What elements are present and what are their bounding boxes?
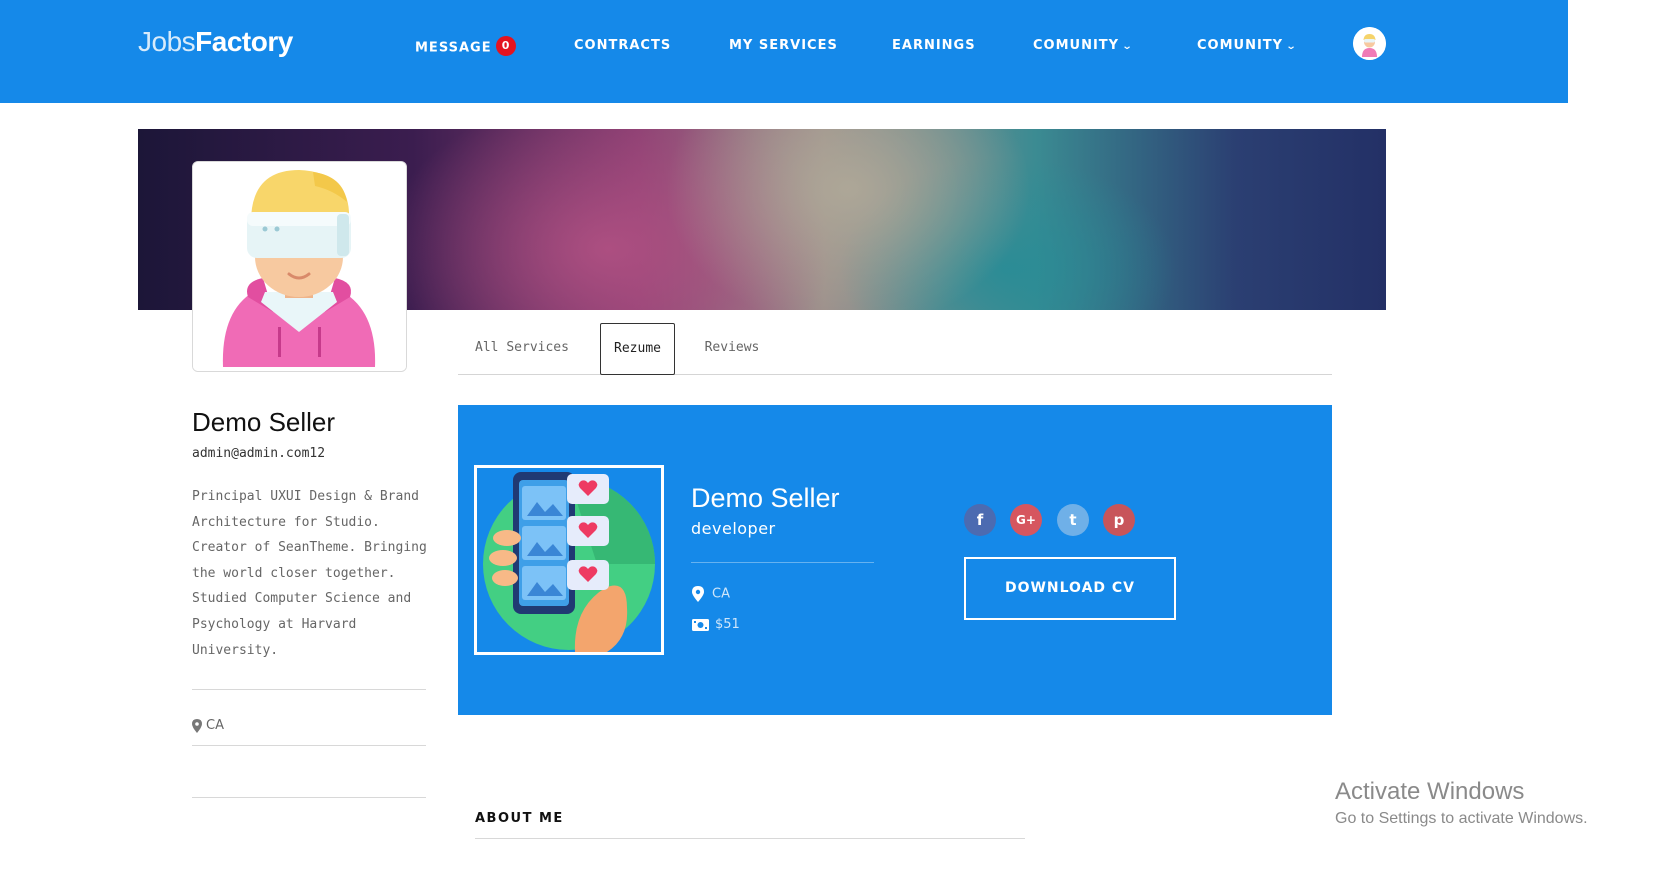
profile-tabs: All Services Rezume Reviews <box>458 322 1332 375</box>
nav-contracts[interactable]: CONTRACTS <box>574 38 671 53</box>
brand-logo-part1: Jobs <box>138 26 196 57</box>
profile-email: admin@admin.com12 <box>192 446 326 461</box>
divider <box>192 797 426 798</box>
chevron-down-icon: ⌄ <box>1285 41 1298 52</box>
divider <box>691 562 874 563</box>
tab-rezume[interactable]: Rezume <box>600 323 675 375</box>
profile-name: Demo Seller <box>192 407 336 437</box>
money-icon <box>692 618 709 631</box>
download-cv-button[interactable]: DOWNLOAD CV <box>964 557 1176 620</box>
divider <box>475 838 1025 839</box>
profile-location: CA <box>192 718 224 733</box>
resume-location-text: CA <box>712 586 730 602</box>
windows-activation-watermark: Activate Windows <box>1335 778 1525 805</box>
resume-role: developer <box>691 519 776 538</box>
chevron-down-icon: ⌄ <box>1121 41 1134 52</box>
resume-rate-text: $51 <box>715 617 740 632</box>
resume-illustration <box>474 465 664 655</box>
pinterest-icon[interactable]: p <box>1103 504 1135 536</box>
nav-message[interactable]: MESSAGE 0 <box>415 36 516 58</box>
profile-photo <box>192 161 407 372</box>
tab-all-services[interactable]: All Services <box>458 323 586 373</box>
divider <box>192 745 426 746</box>
facebook-icon[interactable]: f <box>964 504 996 536</box>
nav-my-services[interactable]: MY SERVICES <box>729 38 838 53</box>
twitter-icon[interactable]: t <box>1057 504 1089 536</box>
location-pin-icon <box>192 718 202 733</box>
top-navbar: JobsFactory MESSAGE 0 CONTRACTS MY SERVIC… <box>0 0 1568 103</box>
resume-rate: $51 <box>692 617 740 632</box>
windows-activation-hint: Go to Settings to activate Windows. <box>1335 810 1588 827</box>
nav-earnings[interactable]: EARNINGS <box>892 38 976 53</box>
nav-comunity-label: COMUNITY <box>1033 38 1120 53</box>
tab-reviews[interactable]: Reviews <box>691 323 773 373</box>
user-avatar[interactable] <box>1353 27 1386 60</box>
nav-comunity-label: COMUNITY <box>1197 38 1284 53</box>
google-plus-icon[interactable]: G+ <box>1010 504 1042 536</box>
profile-location-text: CA <box>206 718 224 733</box>
brand-logo[interactable]: JobsFactory <box>138 26 293 58</box>
profile-bio: Principal UXUI Design & Brand Architectu… <box>192 489 427 658</box>
brand-logo-part2: Factory <box>195 26 293 57</box>
nav-comunity-dropdown-2[interactable]: COMUNITY ⌄ <box>1197 38 1298 53</box>
nav-message-label: MESSAGE <box>415 40 492 56</box>
about-me-heading: ABOUT ME <box>475 811 564 826</box>
nav-comunity-dropdown-1[interactable]: COMUNITY ⌄ <box>1033 38 1134 53</box>
resume-location: CA <box>692 586 730 602</box>
location-pin-icon <box>692 586 704 602</box>
divider <box>192 689 426 690</box>
resume-name: Demo Seller <box>691 483 840 513</box>
message-count-badge: 0 <box>495 36 516 56</box>
